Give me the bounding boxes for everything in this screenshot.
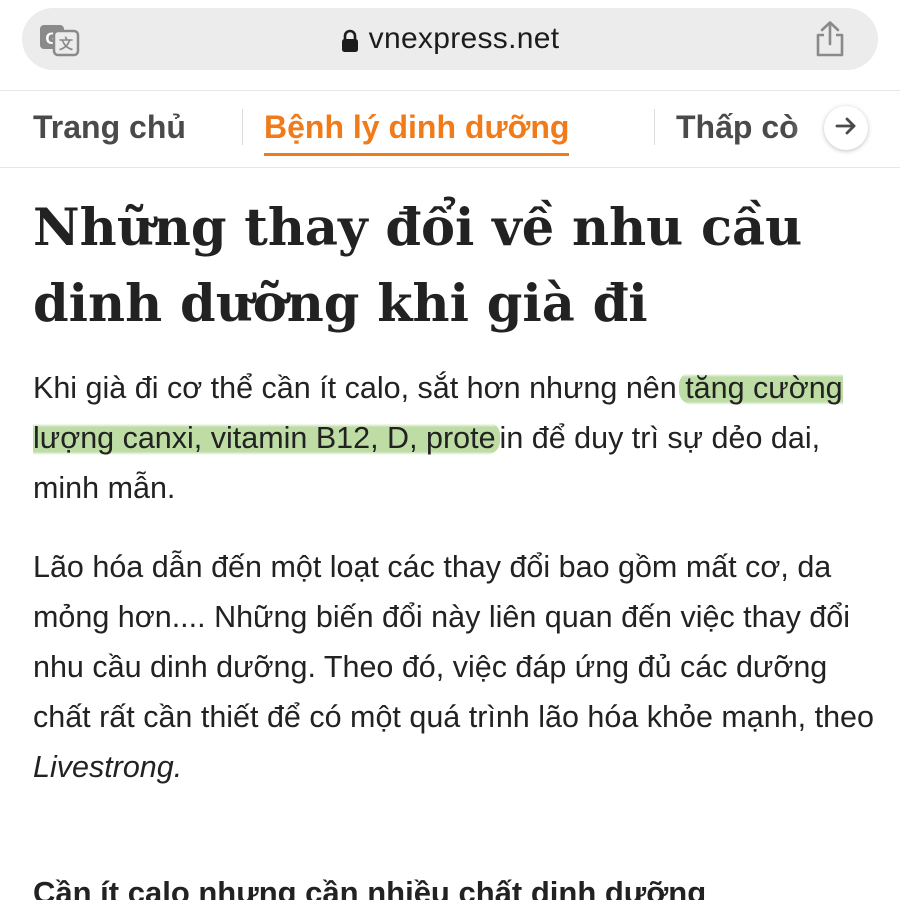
article-paragraph: Lão hóa dẫn đến một loạt các thay đổi ba…: [33, 542, 878, 792]
nav-divider: [242, 109, 243, 145]
arrow-right-icon: [835, 116, 857, 141]
lock-icon: [341, 27, 359, 52]
section-nav: Trang chủ Bệnh lý dinh dưỡng Thấp cò: [0, 90, 900, 168]
nav-next-button[interactable]: [824, 106, 868, 150]
browser-toolbar: G 文 vnexpress.net: [0, 0, 900, 90]
nav-item-next-section[interactable]: Thấp cò: [676, 109, 799, 145]
paragraph-text: Lão hóa dẫn đến một loạt các thay đổi ba…: [33, 550, 874, 734]
source-name: Livestrong.: [33, 750, 183, 784]
article-lead: Khi già đi cơ thể cần ít calo, sắt hơn n…: [33, 363, 878, 513]
nav-item-home[interactable]: Trang chủ: [33, 109, 186, 145]
lead-text-start: Khi già đi cơ thể cần ít calo, sắt hơn n…: [33, 371, 686, 405]
share-icon[interactable]: [812, 20, 848, 58]
domain-text: vnexpress.net: [368, 22, 560, 55]
nav-item-nutrition-disease[interactable]: Bệnh lý dinh dưỡng: [264, 109, 570, 156]
nav-divider: [654, 109, 655, 145]
address-bar[interactable]: G 文 vnexpress.net: [22, 8, 878, 70]
article-title: Những thay đổi về nhu cầu dinh dưỡng khi…: [33, 198, 803, 334]
url-display: vnexpress.net: [22, 8, 878, 70]
section-subheading: Cần ít calo nhưng cần nhiều chất dinh dư…: [33, 875, 707, 900]
